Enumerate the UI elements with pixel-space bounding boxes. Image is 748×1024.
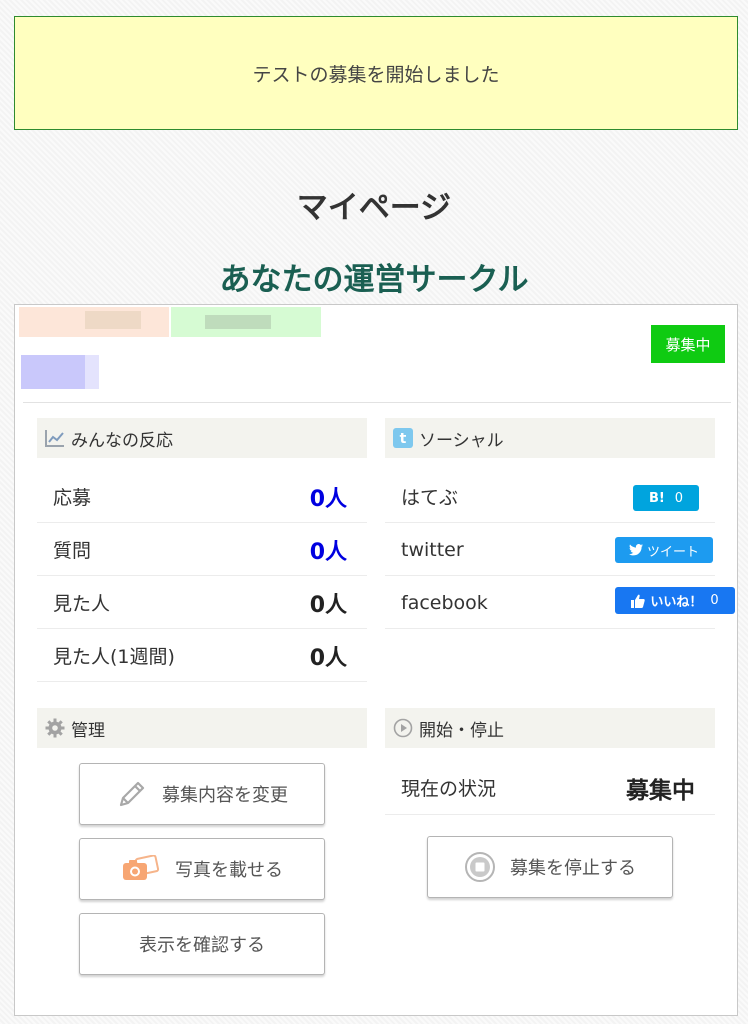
facebook-like-button[interactable]: いいね！ 0	[615, 587, 735, 614]
edit-recruitment-label: 募集内容を変更	[162, 785, 288, 806]
reactions-header: みんなの反応	[37, 418, 367, 458]
hatebu-label: B!	[648, 490, 665, 506]
reactions-heading: みんなの反応	[71, 430, 173, 451]
svg-text:t: t	[400, 431, 407, 447]
reaction-row-views-week: 見た人(1週間) 0人	[37, 630, 367, 682]
start-stop-header: 開始・停止	[385, 708, 715, 748]
reaction-label: 見た人	[53, 593, 111, 615]
reaction-value: 0人	[309, 645, 347, 671]
thumbs-up-icon	[631, 594, 646, 608]
tweet-button[interactable]: ツイート	[615, 537, 713, 563]
social-label: はてぶ	[401, 487, 459, 509]
redacted-block	[85, 355, 99, 389]
start-stop-heading: 開始・停止	[419, 720, 504, 741]
tweet-label: ツイート	[646, 544, 699, 560]
reaction-label: 見た人(1週間)	[53, 646, 175, 668]
preview-label: 表示を確認する	[139, 935, 265, 956]
camera-icon	[121, 855, 161, 883]
redacted-block	[85, 311, 141, 329]
reaction-row-applications: 応募 0人	[37, 471, 367, 523]
circle-card: 募集中 みんなの反応 応募 0人 質問 0人 見た人 0人 見た人(1週間) 0…	[14, 304, 738, 1016]
manage-heading: 管理	[71, 720, 105, 741]
play-circle-icon	[393, 718, 413, 738]
divider	[23, 402, 731, 403]
stop-circle-icon	[464, 851, 496, 883]
reaction-row-questions: 質問 0人	[37, 524, 367, 576]
reaction-label: 応募	[53, 487, 92, 509]
section-title: あなたの運営サークル	[219, 262, 529, 298]
hatebu-button[interactable]: B! 0	[633, 485, 699, 511]
reaction-value: 0人	[309, 592, 347, 618]
upload-photo-button[interactable]: 写真を載せる	[79, 838, 325, 900]
current-status-label: 現在の状況	[401, 778, 497, 800]
twitter-bird-icon	[628, 544, 643, 556]
current-status-row: 現在の状況 募集中	[385, 761, 715, 815]
current-status-value: 募集中	[626, 777, 695, 804]
preview-button[interactable]: 表示を確認する	[79, 913, 325, 975]
like-label: いいね！	[650, 595, 703, 610]
social-label: facebook	[401, 591, 488, 614]
reaction-value[interactable]: 0人	[310, 481, 367, 513]
social-label: twitter	[401, 538, 464, 561]
reaction-row-views: 見た人 0人	[37, 577, 367, 629]
social-heading: ソーシャル	[419, 430, 504, 451]
flash-notice-text: テストの募集を開始しました	[252, 63, 500, 86]
stop-recruitment-label: 募集を停止する	[510, 858, 636, 879]
reaction-value[interactable]: 0人	[310, 534, 367, 566]
like-count: 0	[710, 593, 719, 608]
gear-icon	[45, 718, 65, 738]
stop-recruitment-button[interactable]: 募集を停止する	[427, 836, 673, 898]
social-header: t ソーシャル	[385, 418, 715, 458]
pencil-icon	[116, 778, 148, 810]
reaction-label: 質問	[53, 540, 92, 562]
edit-recruitment-button[interactable]: 募集内容を変更	[79, 763, 325, 825]
redacted-block	[205, 315, 271, 329]
manage-header: 管理	[37, 708, 367, 748]
chart-line-icon	[45, 428, 65, 448]
upload-photo-label: 写真を載せる	[175, 860, 283, 881]
page-title: マイページ	[296, 190, 452, 226]
status-badge: 募集中	[651, 325, 725, 363]
flash-notice: テストの募集を開始しました	[14, 16, 738, 130]
tumblr-icon: t	[393, 428, 413, 448]
hatebu-count: 0	[674, 490, 684, 506]
